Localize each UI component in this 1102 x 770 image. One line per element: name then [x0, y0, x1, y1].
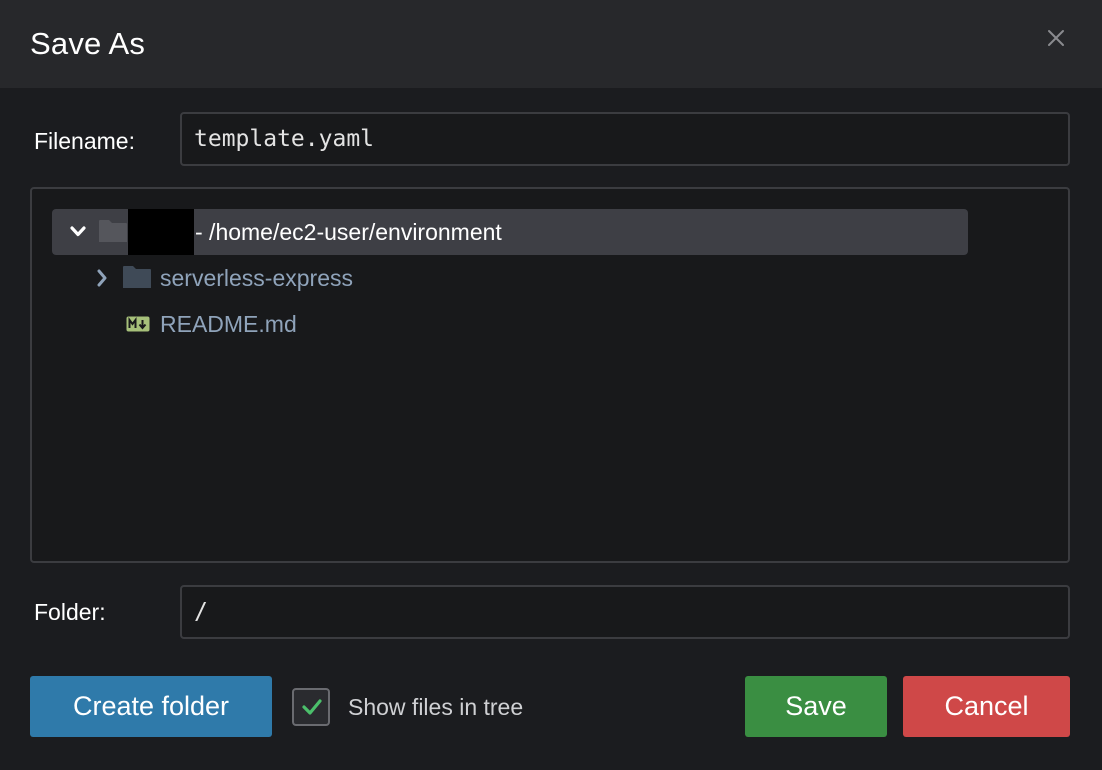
root-path: - /home/ec2-user/environment: [195, 219, 502, 245]
show-files-label[interactable]: Show files in tree: [348, 694, 523, 721]
chevron-right-icon[interactable]: [96, 269, 108, 292]
tree-item-serverless-express[interactable]: serverless-express: [52, 255, 968, 301]
folder-input[interactable]: [180, 585, 1070, 639]
tree-item-label: serverless-express: [160, 265, 353, 291]
folder-tree: - /home/ec2-user/environment serverless-…: [30, 187, 1070, 563]
folder-label: Folder:: [34, 599, 106, 625]
dialog-header: Save As: [0, 0, 1102, 88]
markdown-file-icon: [126, 316, 150, 337]
close-icon[interactable]: [1044, 26, 1068, 50]
dialog-title: Save As: [30, 26, 146, 61]
save-as-dialog: Save As Filename: - /home/ec2-user/envir…: [0, 0, 1102, 770]
filename-label: Filename:: [34, 128, 135, 154]
tree-item-readme[interactable]: README.md: [52, 301, 968, 347]
folder-icon: [122, 265, 152, 294]
cancel-button[interactable]: Cancel: [903, 676, 1070, 737]
tree-item-label: README.md: [160, 311, 297, 337]
tree-root-row[interactable]: - /home/ec2-user/environment: [52, 209, 968, 255]
create-folder-button[interactable]: Create folder: [30, 676, 272, 737]
save-button[interactable]: Save: [745, 676, 887, 737]
checkmark-icon: [302, 699, 322, 715]
chevron-down-icon[interactable]: [70, 225, 86, 243]
redacted-name: [128, 209, 194, 255]
show-files-checkbox[interactable]: [292, 688, 330, 726]
filename-input[interactable]: [180, 112, 1070, 166]
folder-icon: [98, 219, 128, 248]
